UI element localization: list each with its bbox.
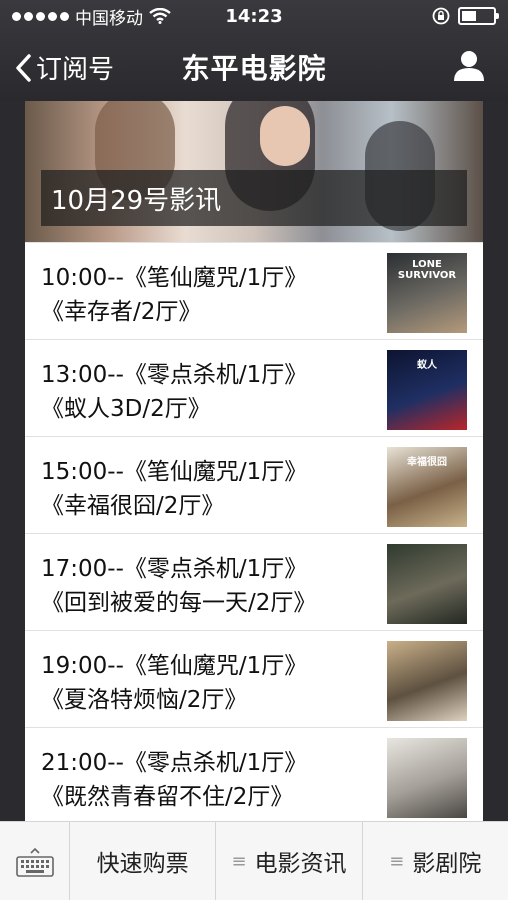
- showtime-line: 《幸福很囧/2厅》: [41, 493, 225, 519]
- showtime-line: 13:00--《零点杀机/1厅》: [41, 362, 308, 388]
- menu-label: 电影资讯: [254, 851, 347, 877]
- showtime-line: 《夏洛特烦恼/2厅》: [41, 687, 248, 713]
- status-bar: 中国移动 14:23: [0, 0, 508, 32]
- showtime-line: 《幸存者/2厅》: [41, 299, 202, 325]
- showtime-row[interactable]: 17:00--《零点杀机/1厅》 《回到被爱的每一天/2厅》: [25, 534, 483, 631]
- showtime-text: 10:00--《笔仙魔咒/1厅》 《幸存者/2厅》: [41, 261, 307, 329]
- movie-poster-thumbnail: [387, 641, 467, 721]
- poster-title: 蚁人: [417, 360, 437, 371]
- submenu-icon: ≡: [389, 850, 405, 872]
- back-label: 订阅号: [36, 55, 115, 85]
- poster-title: LONE SURVIVOR: [397, 259, 457, 281]
- menu-label: 影剧院: [412, 851, 482, 877]
- showtime-row[interactable]: 21:00--《零点杀机/1厅》 《既然青春留不住/2厅》: [25, 728, 483, 821]
- showtime-line: 10:00--《笔仙魔咒/1厅》: [41, 265, 308, 291]
- movie-poster-thumbnail: [387, 544, 467, 624]
- showtime-line: 21:00--《零点杀机/1厅》: [41, 750, 308, 776]
- banner-image[interactable]: 10月29号影讯: [25, 101, 483, 242]
- banner-caption: 10月29号影讯: [41, 170, 467, 226]
- wifi-icon: [149, 8, 171, 24]
- menu-movie-news[interactable]: ≡ 电影资讯: [216, 822, 363, 900]
- menu-quick-ticket[interactable]: 快速购票: [70, 822, 217, 900]
- clock: 14:23: [225, 6, 283, 27]
- submenu-icon: ≡: [231, 850, 247, 872]
- top-bar: 中国移动 14:23 订阅号 东平电影院: [0, 0, 508, 101]
- keyboard-toggle-button[interactable]: [0, 822, 70, 900]
- showtime-text: 21:00--《零点杀机/1厅》 《既然青春留不住/2厅》: [41, 746, 307, 814]
- showtime-text: 19:00--《笔仙魔咒/1厅》 《夏洛特烦恼/2厅》: [41, 649, 307, 717]
- showtime-row[interactable]: 13:00--《零点杀机/1厅》 《蚁人3D/2厅》 蚁人: [25, 340, 483, 437]
- chevron-left-icon: [16, 53, 31, 82]
- showtime-line: 17:00--《零点杀机/1厅》: [41, 556, 308, 582]
- showtime-line: 《蚁人3D/2厅》: [41, 396, 211, 422]
- profile-icon[interactable]: [452, 48, 486, 82]
- movie-poster-thumbnail: 幸福很囧: [387, 447, 467, 527]
- showtime-line: 19:00--《笔仙魔咒/1厅》: [41, 653, 308, 679]
- showtime-row[interactable]: 19:00--《笔仙魔咒/1厅》 《夏洛特烦恼/2厅》: [25, 631, 483, 728]
- bottom-menu: 快速购票 ≡ 电影资讯 ≡ 影剧院: [0, 821, 508, 900]
- showtime-line: 《回到被爱的每一天/2厅》: [41, 590, 317, 616]
- back-button[interactable]: 订阅号: [14, 49, 114, 86]
- carrier-label: 中国移动: [75, 8, 143, 29]
- rotation-lock-icon: [432, 7, 450, 25]
- showtime-line: 15:00--《笔仙魔咒/1厅》: [41, 459, 308, 485]
- showtime-text: 17:00--《零点杀机/1厅》 《回到被爱的每一天/2厅》: [41, 552, 316, 620]
- showtime-row[interactable]: 10:00--《笔仙魔咒/1厅》 《幸存者/2厅》 LONE SURVIVOR: [25, 243, 483, 340]
- showtime-row[interactable]: 15:00--《笔仙魔咒/1厅》 《幸福很囧/2厅》 幸福很囧: [25, 437, 483, 534]
- article-card: 10月29号影讯 10:00--《笔仙魔咒/1厅》 《幸存者/2厅》 LONE SU…: [25, 101, 483, 821]
- battery-icon: [458, 7, 499, 25]
- showtime-text: 15:00--《笔仙魔咒/1厅》 《幸福很囧/2厅》: [41, 455, 307, 523]
- menu-label: 快速购票: [96, 851, 189, 877]
- signal-dots-icon: [12, 11, 69, 21]
- movie-poster-thumbnail: [387, 738, 467, 818]
- keyboard-icon: [15, 847, 54, 877]
- nav-bar: 订阅号 东平电影院: [0, 32, 508, 101]
- menu-theater[interactable]: ≡ 影剧院: [363, 822, 508, 900]
- poster-title: 幸福很囧: [407, 457, 447, 468]
- showtime-line: 《既然青春留不住/2厅》: [41, 784, 294, 810]
- showtime-list: 10:00--《笔仙魔咒/1厅》 《幸存者/2厅》 LONE SURVIVOR 13:…: [25, 242, 483, 821]
- movie-poster-thumbnail: LONE SURVIVOR: [387, 253, 467, 333]
- showtime-text: 13:00--《零点杀机/1厅》 《蚁人3D/2厅》: [41, 358, 307, 426]
- movie-poster-thumbnail: 蚁人: [387, 350, 467, 430]
